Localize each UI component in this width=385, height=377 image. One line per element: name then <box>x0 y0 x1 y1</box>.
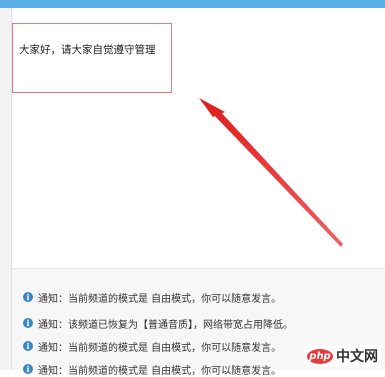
message-row: i 通知：该频道已恢复为【普通音质】，网络带宽占用降低。 <box>23 316 293 331</box>
message-text: 通知：该频道已恢复为【普通音质】，网络带宽占用降低。 <box>38 319 293 331</box>
message-row: i 通知：当前频道的模式是 自由模式，你可以随意发言。 <box>23 362 282 377</box>
php-logo: php <box>307 348 333 364</box>
message-text: 通知：当前频道的模式是 自由模式，你可以随意发言。 <box>38 293 282 305</box>
message-text: 通知：当前频道的模式是 自由模式，你可以随意发言。 <box>38 365 282 377</box>
site-watermark: php 中文网 <box>304 345 381 367</box>
info-icon: i <box>23 364 33 374</box>
info-icon: i <box>23 341 33 351</box>
highlight-box <box>12 23 172 93</box>
message-text: 通知：当前频道的模式是 自由模式，你可以随意发言。 <box>38 342 282 354</box>
window-top-bar <box>0 0 385 8</box>
info-icon: i <box>23 318 33 328</box>
left-sidebar-edge <box>0 8 11 370</box>
watermark-site-name: 中文网 <box>336 349 378 365</box>
message-row: i 通知：当前频道的模式是 自由模式，你可以随意发言。 <box>23 290 282 305</box>
info-icon: i <box>23 292 33 302</box>
message-row: i 通知：当前频道的模式是 自由模式，你可以随意发言。 <box>23 339 282 354</box>
announcement-text: 大家好，请大家自觉遵守管理 <box>19 44 156 56</box>
